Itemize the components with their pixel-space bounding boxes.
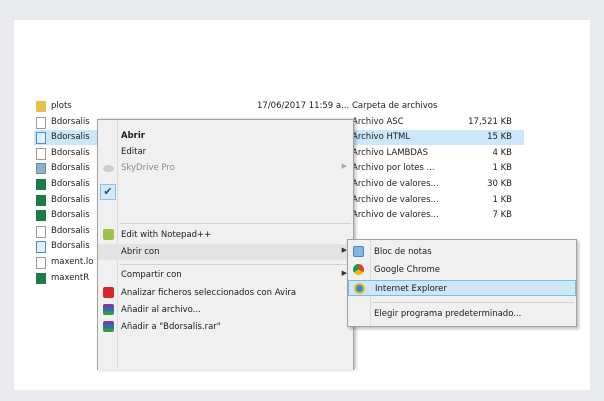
file-type: Archivo ASC [352,116,404,127]
file-name: Bdorsalis [51,147,90,158]
open-with-bloc-de-notas[interactable]: Bloc de notas [348,244,576,260]
internet-explorer-icon [354,283,365,294]
file-size: 7 KB [492,210,512,221]
html-file-icon [36,132,46,145]
file-name: maxentR [51,272,90,283]
excel-file-icon [36,194,46,206]
menu-item-edit-with-notepad[interactable]: Edit with Notepad++ [98,227,353,243]
file-size: 17,521 KB [468,116,512,127]
menu-item-avira-scan[interactable]: Analizar ficheros seleccionados con Avir… [98,285,353,301]
notepad-icon [353,246,364,257]
menu-item-compartir-con[interactable]: Compartir con ▶ [98,267,353,283]
file-name: Bdorsalis [51,163,90,174]
file-type: Carpeta de archivos [352,101,438,111]
file-name: Bdorsalis [51,179,90,189]
check-mark-icon: ✔ [100,184,116,200]
file-icon [36,116,46,129]
file-name: Bdorsalis [51,241,90,252]
winrar-icon [103,321,114,332]
menu-item-anadir-archivo[interactable]: Añadir al archivo... [98,302,353,318]
explorer-file-list: plots 17/06/2017 11:59 a... Carpeta de arc… [14,20,590,390]
submenu-arrow-icon: ▶ [341,162,347,170]
open-with-google-chrome[interactable]: Google Chrome [348,262,576,278]
file-type: Archivo LAMBDAS [352,147,428,158]
open-with-choose-default[interactable]: Elegir programa predeterminado... [348,306,576,322]
file-name: Bdorsalis [51,225,90,236]
menu-item-skydrive-pro[interactable]: SkyDrive Pro ▶ [98,160,353,176]
menu-item-abrir-con[interactable]: Abrir con ▶ [98,244,353,260]
html-file-icon [36,241,46,254]
file-date: 17/06/2017 11:59 a... [257,101,350,111]
file-size: 4 KB [492,147,512,158]
file-name: Bdorsalis [51,116,90,127]
winrar-icon [103,304,114,315]
excel-file-icon [36,179,46,190]
notepad-plus-plus-icon [103,229,114,240]
file-icon [36,225,46,238]
open-with-internet-explorer[interactable]: Internet Explorer [348,280,576,296]
excel-file-icon [36,272,46,284]
context-menu: ✔ Abrir Editar SkyDrive Pro ▶ Edit with … [97,119,354,370]
file-name: Bdorsalis [51,132,90,143]
file-type: Archivo por lotes ... [352,163,435,174]
file-type: Archivo de valores... [352,194,439,205]
file-name: Bdorsalis [51,194,90,205]
file-name: Bdorsalis [51,210,90,221]
file-type: Archivo de valores... [352,179,439,189]
open-with-submenu: Bloc de notas Google Chrome Internet Exp… [347,239,577,327]
folder-icon [36,101,46,112]
file-icon [36,147,46,160]
skydrive-icon [103,165,114,172]
menu-item-editar[interactable]: Editar [98,144,353,160]
file-icon [36,257,46,269]
batch-file-icon [36,163,46,175]
excel-file-icon [36,210,46,222]
menu-item-abrir[interactable]: Abrir [98,128,353,144]
menu-item-anadir-rar[interactable]: Añadir a "Bdorsalis.rar" [98,319,353,335]
chrome-icon [353,264,364,275]
file-size: 1 KB [492,194,512,205]
avira-icon [103,287,114,298]
file-row[interactable]: plots 17/06/2017 11:59 a... Carpeta de arc… [34,99,524,114]
file-name: maxent.lo [51,257,94,267]
file-name: plots [51,101,72,111]
file-size: 1 KB [492,163,512,174]
file-size: 30 KB [487,179,512,189]
file-type: Archivo de valores... [352,210,439,221]
file-size: 15 KB [487,132,512,143]
file-type: Archivo HTML [352,132,411,143]
